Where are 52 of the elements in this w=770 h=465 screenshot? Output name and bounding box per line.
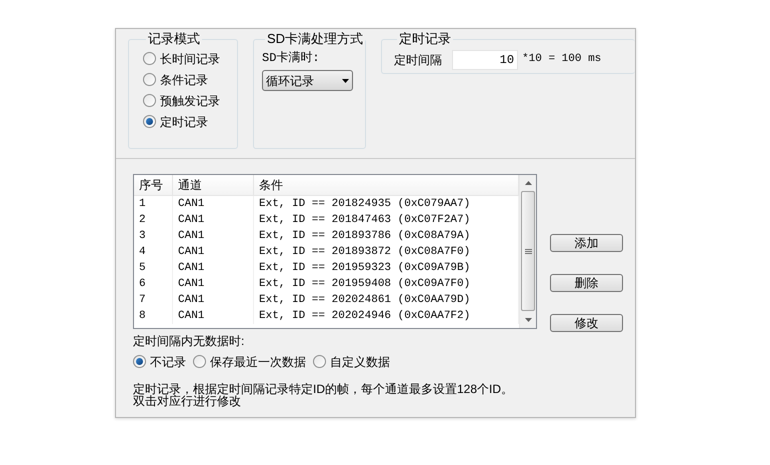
radio-option[interactable]: 条件记录 [143, 69, 237, 90]
table-cell: CAN1 [173, 308, 254, 324]
action-button[interactable]: 添加 [550, 234, 623, 252]
column-header[interactable]: 通道 [173, 175, 254, 195]
group-title: SD卡满处理方式 [266, 32, 364, 46]
column-header[interactable]: 序号 [134, 175, 173, 195]
action-button[interactable]: 删除 [550, 274, 623, 292]
scroll-thumb[interactable] [521, 191, 535, 311]
table-cell: 8 [134, 308, 173, 324]
table-cell: CAN1 [173, 244, 254, 260]
field-label: 定时间隔 [394, 52, 442, 68]
group-title: 定时记录 [398, 32, 452, 46]
table-cell: CAN1 [173, 228, 254, 244]
radio-option[interactable]: 保存最近一次数据 [193, 351, 306, 372]
up-arrow-icon[interactable] [524, 181, 532, 185]
radio-button[interactable] [143, 115, 156, 128]
hint-text: 双击对应行进行修改 [133, 395, 241, 407]
table-cell: 5 [134, 260, 173, 276]
table-cell: CAN1 [173, 260, 254, 276]
group-title: 记录模式 [147, 32, 201, 46]
radio-button[interactable] [143, 94, 156, 107]
radio-button[interactable] [313, 355, 326, 368]
field-label: SD卡满时: [262, 50, 321, 67]
interval-formula: *10 = 100 ms [522, 52, 602, 68]
radio-button[interactable] [143, 52, 156, 65]
field-label: 定时间隔内无数据时: [133, 333, 246, 349]
down-arrow-icon[interactable] [524, 318, 532, 322]
table-cell: 1 [134, 196, 173, 212]
table-cell: CAN1 [173, 292, 254, 308]
interval-field[interactable]: 10 [452, 50, 518, 70]
radio-button[interactable] [143, 73, 156, 86]
radio-option[interactable]: 自定义数据 [313, 351, 390, 372]
radio-button[interactable] [193, 355, 206, 368]
radio-option[interactable]: 预触发记录 [143, 90, 237, 111]
scrollbar[interactable] [519, 175, 536, 328]
table-cell: 4 [134, 244, 173, 260]
caret-icon [342, 78, 349, 82]
table-cell: 2 [134, 212, 173, 228]
table-cell: 3 [134, 228, 173, 244]
table-cell: 7 [134, 292, 173, 308]
radio-option[interactable]: 定时记录 [143, 111, 237, 132]
radio-option[interactable]: 不记录 [133, 351, 186, 372]
radio-option[interactable]: 长时间记录 [143, 48, 237, 69]
radio-button[interactable] [133, 355, 146, 368]
dropdown[interactable]: 循环记录 [262, 70, 353, 91]
table-cell: 6 [134, 276, 173, 292]
table-cell: CAN1 [173, 212, 254, 228]
action-button[interactable]: 修改 [550, 314, 623, 332]
hint-text: 定时记录，根据定时间隔记录特定ID的帧，每个通道最多设置128个ID。 [133, 383, 514, 395]
grip-icon [524, 248, 532, 254]
table-cell: CAN1 [173, 276, 254, 292]
table-cell: CAN1 [173, 196, 254, 212]
